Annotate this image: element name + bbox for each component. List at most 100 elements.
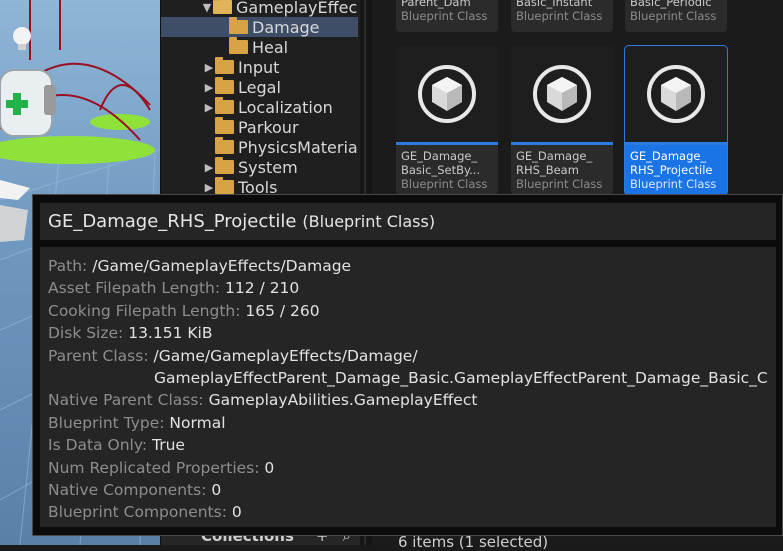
asset-tile-selected[interactable]: GE_Damage_ RHS_Projectile Blueprint Clas… bbox=[624, 45, 728, 196]
asset-name: Parent_Dam bbox=[401, 0, 471, 9]
asset-name: Basic_Periodic bbox=[630, 0, 712, 9]
tree-item-gameplayeffects[interactable]: ▼ GameplayEffec bbox=[161, 0, 361, 17]
detail-key: Is Data Only: bbox=[48, 436, 148, 455]
tree-item-legal[interactable]: ▶ Legal bbox=[161, 77, 361, 97]
detail-value: 0 bbox=[264, 458, 275, 477]
detail-value: /Game/GameplayEffects/Damage/ bbox=[153, 346, 418, 365]
tree-item-damage[interactable]: Damage bbox=[161, 17, 358, 37]
detail-value: /Game/GameplayEffects/Damage bbox=[92, 257, 352, 275]
detail-value: True bbox=[152, 436, 185, 455]
detail-native-components: Native Components: 0 bbox=[48, 479, 768, 501]
tree-item-label: Parkour bbox=[238, 117, 299, 137]
detail-key: Blueprint Type: bbox=[48, 413, 165, 432]
detail-is-data-only: Is Data Only: True bbox=[48, 434, 768, 456]
detail-asset-filepath-length: Asset Filepath Length: 112 / 210 bbox=[48, 277, 768, 299]
asset-class: Blueprint Class bbox=[516, 177, 603, 191]
folder-icon bbox=[215, 77, 234, 94]
asset-tooltip: GE_Damage_RHS_Projectile (Blueprint Clas… bbox=[32, 194, 783, 536]
tree-item-physicsmaterials[interactable]: PhysicsMateria bbox=[161, 137, 361, 157]
blueprint-cube-icon bbox=[533, 65, 591, 123]
detail-key: Cooking Filepath Length: bbox=[48, 301, 241, 320]
tree-item-heal[interactable]: Heal bbox=[161, 37, 361, 57]
chevron-down-icon[interactable]: ▼ bbox=[201, 0, 213, 17]
chevron-right-icon[interactable]: ▶ bbox=[203, 77, 215, 97]
folder-icon bbox=[215, 177, 234, 194]
detail-key: Parent Class: bbox=[48, 346, 149, 365]
tree-item-label: Heal bbox=[252, 37, 289, 57]
folder-icon bbox=[229, 17, 248, 34]
detail-value: 165 / 260 bbox=[245, 301, 320, 320]
asset-name-line2: Basic_SetBy... bbox=[401, 163, 481, 177]
detail-key: Native Components: bbox=[48, 481, 207, 500]
detail-key: Blueprint Components: bbox=[48, 503, 227, 522]
tree-item-parkour[interactable]: Parkour bbox=[161, 117, 361, 137]
tooltip-header: GE_Damage_RHS_Projectile (Blueprint Clas… bbox=[40, 203, 776, 240]
asset-class: Blueprint Class bbox=[630, 177, 717, 191]
detail-value: GameplayEffectParent_Damage_Basic.Gamepl… bbox=[154, 369, 768, 388]
detail-key: Native Parent Class: bbox=[48, 391, 204, 410]
chevron-right-icon[interactable]: ▶ bbox=[203, 157, 215, 177]
folder-icon bbox=[215, 137, 234, 154]
detail-value: GameplayAbilities.GameplayEffect bbox=[208, 391, 478, 410]
blueprint-thumbnail bbox=[511, 46, 613, 142]
tree-item-label: Localization bbox=[238, 97, 333, 117]
tree-item-system[interactable]: ▶ System bbox=[161, 157, 361, 177]
detail-key: Asset Filepath Length: bbox=[48, 279, 221, 298]
detail-key: Num Replicated Properties: bbox=[48, 458, 260, 477]
blueprint-thumbnail bbox=[625, 46, 727, 142]
tree-item-label: System bbox=[238, 157, 298, 177]
detail-key: Path: bbox=[48, 257, 88, 275]
folder-icon bbox=[215, 117, 234, 134]
asset-class: Blueprint Class bbox=[401, 9, 488, 23]
detail-value: 13.151 KiB bbox=[128, 324, 213, 343]
tree-item-localization[interactable]: ▶ Localization bbox=[161, 97, 361, 117]
asset-tile-partial[interactable]: Basic_Periodic Blueprint Class bbox=[625, 0, 727, 32]
detail-value: Normal bbox=[169, 413, 226, 432]
asset-class: Blueprint Class bbox=[630, 9, 717, 23]
detail-path: Path: /Game/GameplayEffects/Damage bbox=[48, 255, 768, 277]
asset-tile[interactable]: GE_Damage_ Basic_SetBy... Blueprint Clas… bbox=[396, 46, 498, 195]
folder-icon bbox=[215, 157, 234, 174]
asset-name-line1: GE_Damage_ bbox=[401, 149, 478, 163]
detail-blueprint-type: Blueprint Type: Normal bbox=[48, 412, 768, 434]
blueprint-thumbnail bbox=[396, 46, 498, 142]
detail-parent-class: Parent Class: /Game/GameplayEffects/Dama… bbox=[48, 345, 768, 367]
blueprint-cube-icon bbox=[418, 65, 476, 123]
detail-disk-size: Disk Size: 13.151 KiB bbox=[48, 322, 768, 344]
tooltip-asset-type: (Blueprint Class) bbox=[302, 212, 436, 231]
folder-icon bbox=[215, 97, 234, 114]
detail-value: 0 bbox=[211, 481, 222, 500]
detail-native-parent-class: Native Parent Class: GameplayAbilities.G… bbox=[48, 389, 768, 411]
blueprint-cube-icon bbox=[647, 65, 705, 123]
asset-name-line1: GE_Damage_ bbox=[516, 149, 593, 163]
folder-open-icon bbox=[213, 0, 232, 14]
detail-cooking-filepath-length: Cooking Filepath Length: 165 / 260 bbox=[48, 300, 768, 322]
asset-class: Blueprint Class bbox=[401, 177, 488, 191]
chevron-right-icon[interactable]: ▶ bbox=[203, 57, 215, 77]
folder-icon bbox=[229, 37, 248, 54]
detail-num-replicated-properties: Num Replicated Properties: 0 bbox=[48, 457, 768, 479]
asset-name: Basic_Instant bbox=[516, 0, 593, 9]
asset-tile-partial[interactable]: Basic_Instant Blueprint Class bbox=[511, 0, 613, 32]
asset-class: Blueprint Class bbox=[516, 9, 603, 23]
asset-name-line2: RHS_Beam bbox=[516, 163, 579, 177]
tooltip-details: Path: /Game/GameplayEffects/Damage Asset… bbox=[40, 247, 776, 527]
tree-item-label: Damage bbox=[252, 17, 320, 37]
detail-key: Disk Size: bbox=[48, 324, 124, 343]
detail-blueprint-components: Blueprint Components: 0 bbox=[48, 501, 768, 523]
folder-icon bbox=[215, 57, 234, 74]
detail-parent-class-continued: GameplayEffectParent_Damage_Basic.Gamepl… bbox=[48, 367, 768, 389]
chevron-right-icon[interactable]: ▶ bbox=[203, 97, 215, 117]
detail-value: 112 / 210 bbox=[225, 279, 300, 298]
tree-item-label: PhysicsMateria bbox=[238, 137, 358, 157]
tree-item-input[interactable]: ▶ Input bbox=[161, 57, 361, 77]
tooltip-asset-name: GE_Damage_RHS_Projectile bbox=[48, 211, 297, 232]
asset-name-line2: RHS_Projectile bbox=[630, 163, 713, 177]
tree-item-label: Legal bbox=[238, 77, 281, 97]
asset-tile-partial[interactable]: Parent_Dam Blueprint Class bbox=[396, 0, 498, 32]
asset-tile[interactable]: GE_Damage_ RHS_Beam Blueprint Class bbox=[511, 46, 613, 195]
tree-item-label: Input bbox=[238, 57, 280, 77]
asset-name-line1: GE_Damage_ bbox=[630, 149, 707, 163]
detail-value: 0 bbox=[231, 503, 242, 522]
tree-item-label: GameplayEffec bbox=[236, 0, 358, 17]
